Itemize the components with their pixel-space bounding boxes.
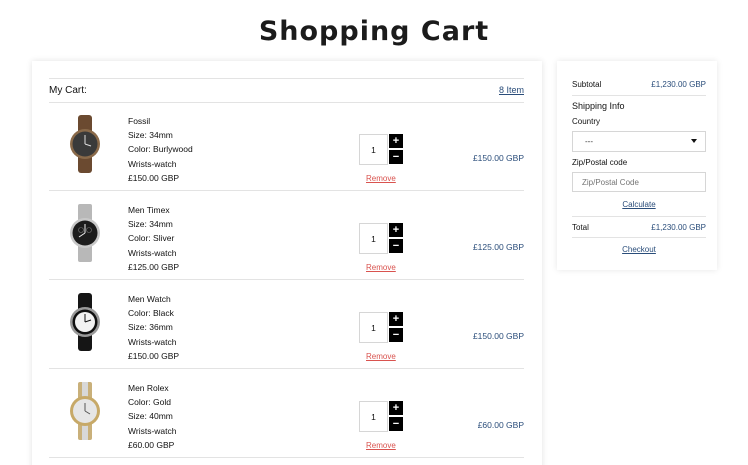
item-category: Wrists-watch [128,158,177,169]
cart-label: My Cart: [49,85,87,96]
item-attribute: Size: 36mm [128,322,173,333]
country-selected-value: --- [585,137,593,146]
item-details: Fossil Size: 34mm Color: Burlywood Wrist… [128,114,193,185]
item-name[interactable]: Men Watch [128,292,179,306]
item-category: Wrists-watch [128,336,177,347]
brown-leather-watch-icon [70,115,100,173]
quantity-input[interactable]: 1 [359,134,388,165]
cart-item-row: Men Watch Color: Black Size: 36mm Wrists… [49,281,524,369]
item-unit-price: £125.00 GBP [128,261,180,272]
item-total: £60.00 GBP [477,420,524,430]
quantity-stepper: 1 + − [359,134,405,165]
cart-item-row: Men Rolex Color: Gold Size: 40mm Wrists-… [49,370,524,458]
black-strap-watch-icon [70,293,100,351]
item-total: £150.00 GBP [472,153,524,163]
plus-icon[interactable]: + [389,401,403,415]
country-select[interactable]: --- [572,131,706,152]
remove-button[interactable]: Remove [366,174,396,183]
plus-icon[interactable]: + [389,223,403,237]
shipping-info-heading: Shipping Info [572,101,625,111]
cart-item-row: Fossil Size: 34mm Color: Burlywood Wrist… [49,103,524,191]
plus-icon[interactable]: + [389,312,403,326]
cart-item-row: Men Timex Size: 34mm Color: Sliver Wrist… [49,192,524,280]
item-attribute: Color: Black [128,308,174,319]
item-count-link[interactable]: 8 Item [499,85,524,95]
country-label: Country [572,117,601,126]
divider [572,237,706,238]
item-details: Men Timex Size: 34mm Color: Sliver Wrist… [128,203,179,274]
item-unit-price: £150.00 GBP [128,172,180,183]
minus-icon[interactable]: − [389,150,403,164]
total-value: £1,230.00 GBP [651,223,706,232]
quantity-input[interactable]: 1 [359,312,388,343]
item-attribute: Color: Sliver [128,233,175,244]
minus-icon[interactable]: − [389,328,403,342]
divider [572,216,706,217]
remove-button[interactable]: Remove [366,441,396,450]
quantity-stepper: 1 + − [359,401,405,432]
checkout-button[interactable]: Checkout [572,245,706,254]
item-details: Men Watch Color: Black Size: 36mm Wrists… [128,292,179,363]
item-category: Wrists-watch [128,425,177,436]
quantity-input[interactable]: 1 [359,223,388,254]
item-name[interactable]: Men Rolex [128,381,177,395]
item-name[interactable]: Fossil [128,114,193,128]
item-attribute: Color: Burlywood [128,144,193,155]
remove-button[interactable]: Remove [366,352,396,361]
item-attribute: Size: 40mm [128,411,173,422]
silver-mesh-watch-icon [70,204,100,262]
item-attribute: Size: 34mm [128,130,173,141]
zip-input[interactable] [572,172,706,192]
item-category: Wrists-watch [128,247,177,258]
item-unit-price: £60.00 GBP [128,439,175,450]
page-title: Shopping Cart [258,16,490,47]
plus-icon[interactable]: + [389,134,403,148]
minus-icon[interactable]: − [389,417,403,431]
order-summary-panel: Subtotal £1,230.00 GBP Shipping Info Cou… [557,61,717,270]
item-attribute: Color: Gold [128,397,171,408]
remove-button[interactable]: Remove [366,263,396,272]
subtotal-row: Subtotal £1,230.00 GBP [572,80,706,89]
item-total: £125.00 GBP [472,242,524,252]
item-unit-price: £150.00 GBP [128,350,180,361]
total-row: Total £1,230.00 GBP [572,223,706,232]
item-total: £150.00 GBP [472,331,524,341]
quantity-stepper: 1 + − [359,223,405,254]
item-attribute: Size: 34mm [128,219,173,230]
subtotal-value: £1,230.00 GBP [651,80,706,89]
calculate-button[interactable]: Calculate [572,200,706,209]
cart-header: My Cart: 8 Item [49,78,524,103]
subtotal-label: Subtotal [572,80,602,89]
total-label: Total [572,223,589,232]
chevron-down-icon [691,139,697,143]
item-name[interactable]: Men Timex [128,203,179,217]
quantity-stepper: 1 + − [359,312,405,343]
quantity-input[interactable]: 1 [359,401,388,432]
gold-bracelet-watch-icon [70,382,100,440]
divider [572,95,706,96]
minus-icon[interactable]: − [389,239,403,253]
zip-label: Zip/Postal code [572,158,628,167]
cart-panel: My Cart: 8 Item Fossil Size: 34mm Color:… [32,61,542,465]
item-details: Men Rolex Color: Gold Size: 40mm Wrists-… [128,381,177,452]
